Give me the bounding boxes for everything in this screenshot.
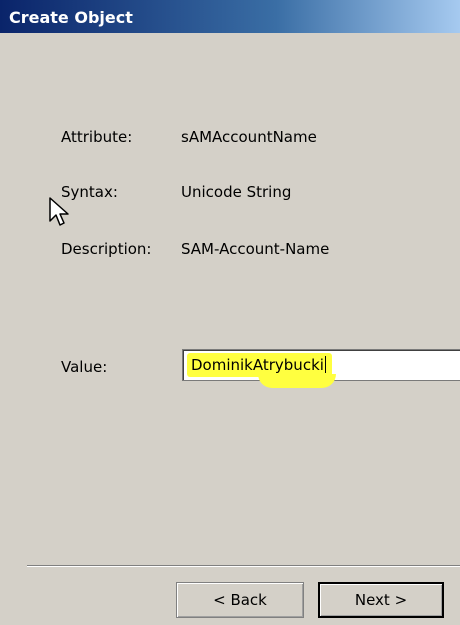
highlight-mark bbox=[258, 374, 336, 388]
attribute-value: sAMAccountName bbox=[181, 128, 317, 146]
title-bar: Create Object bbox=[0, 0, 460, 33]
back-button[interactable]: < Back bbox=[176, 582, 304, 618]
value-label: Value: bbox=[61, 358, 108, 376]
mouse-pointer-icon bbox=[49, 197, 69, 226]
attribute-label: Attribute: bbox=[61, 128, 133, 146]
description-label: Description: bbox=[61, 240, 152, 258]
text-caret bbox=[324, 356, 326, 373]
syntax-value: Unicode String bbox=[181, 183, 292, 201]
window-title: Create Object bbox=[9, 8, 133, 27]
button-divider bbox=[27, 565, 460, 567]
next-button[interactable]: Next > bbox=[318, 582, 444, 618]
description-value: SAM-Account-Name bbox=[181, 240, 330, 258]
